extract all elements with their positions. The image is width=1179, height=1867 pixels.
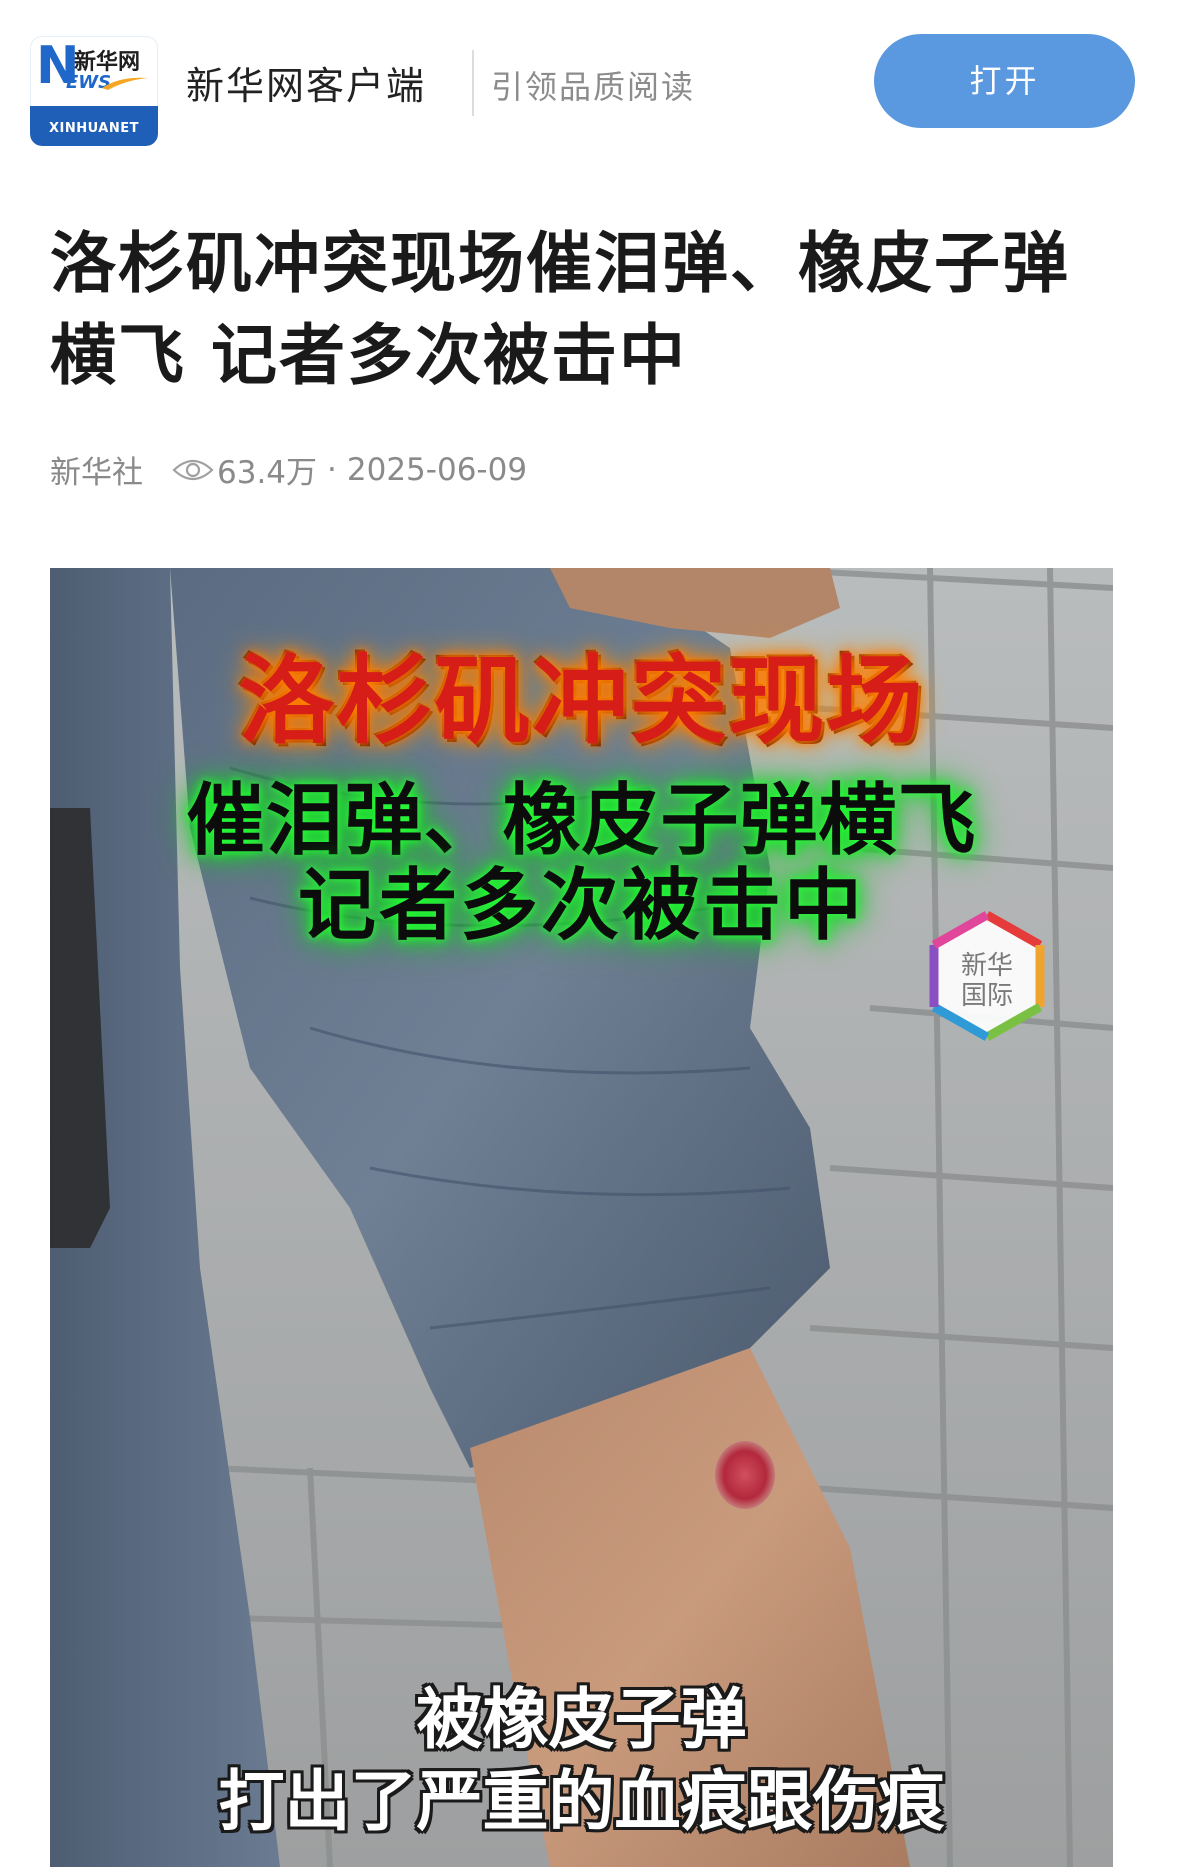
article-title: 洛杉矶冲突现场催泪弹、橡皮子弹横飞 记者多次被击中 — [50, 225, 1070, 394]
logo-english-name: XINHUANET — [49, 121, 139, 136]
watermark-line2: 国际 — [960, 981, 1013, 1011]
watermark-line1: 新华 — [960, 951, 1013, 981]
logo-swoosh-icon — [102, 77, 148, 90]
article-meta: 新华社 63.4万 · 2025-06-09 — [50, 447, 527, 492]
xinhuanet-logo[interactable]: N 新华网 EWS XINHUANET — [30, 36, 158, 146]
photo-overlay-title: 洛杉矶冲突现场 — [238, 645, 925, 757]
article-source[interactable]: 新华社 — [50, 447, 143, 492]
divider — [472, 50, 474, 116]
app-name: 新华网客户端 — [186, 64, 427, 108]
open-app-button[interactable]: 打开 — [874, 34, 1135, 128]
meta-separator: · — [327, 451, 337, 488]
eye-icon — [172, 459, 214, 480]
view-count: 63.4万 — [217, 455, 318, 491]
publish-date: 2025-06-09 — [346, 451, 528, 488]
article-page: N 新华网 EWS XINHUANET 新华网客户端 引领品质阅读 打开 洛杉矶… — [0, 0, 1179, 1867]
article-photo[interactable]: 洛杉矶冲突现场 催泪弹、橡皮子弹横飞 记者多次被击中 新华 国际 被橡皮子弹 打… — [50, 568, 1113, 1867]
app-download-banner: N 新华网 EWS XINHUANET 新华网客户端 引领品质阅读 打开 — [0, 0, 1179, 165]
watermark-label: 新华 国际 — [922, 951, 1052, 1011]
photo-caption-line2: 打出了严重的血痕跟伤痕 — [218, 1763, 945, 1840]
app-slogan: 引领品质阅读 — [491, 68, 696, 106]
